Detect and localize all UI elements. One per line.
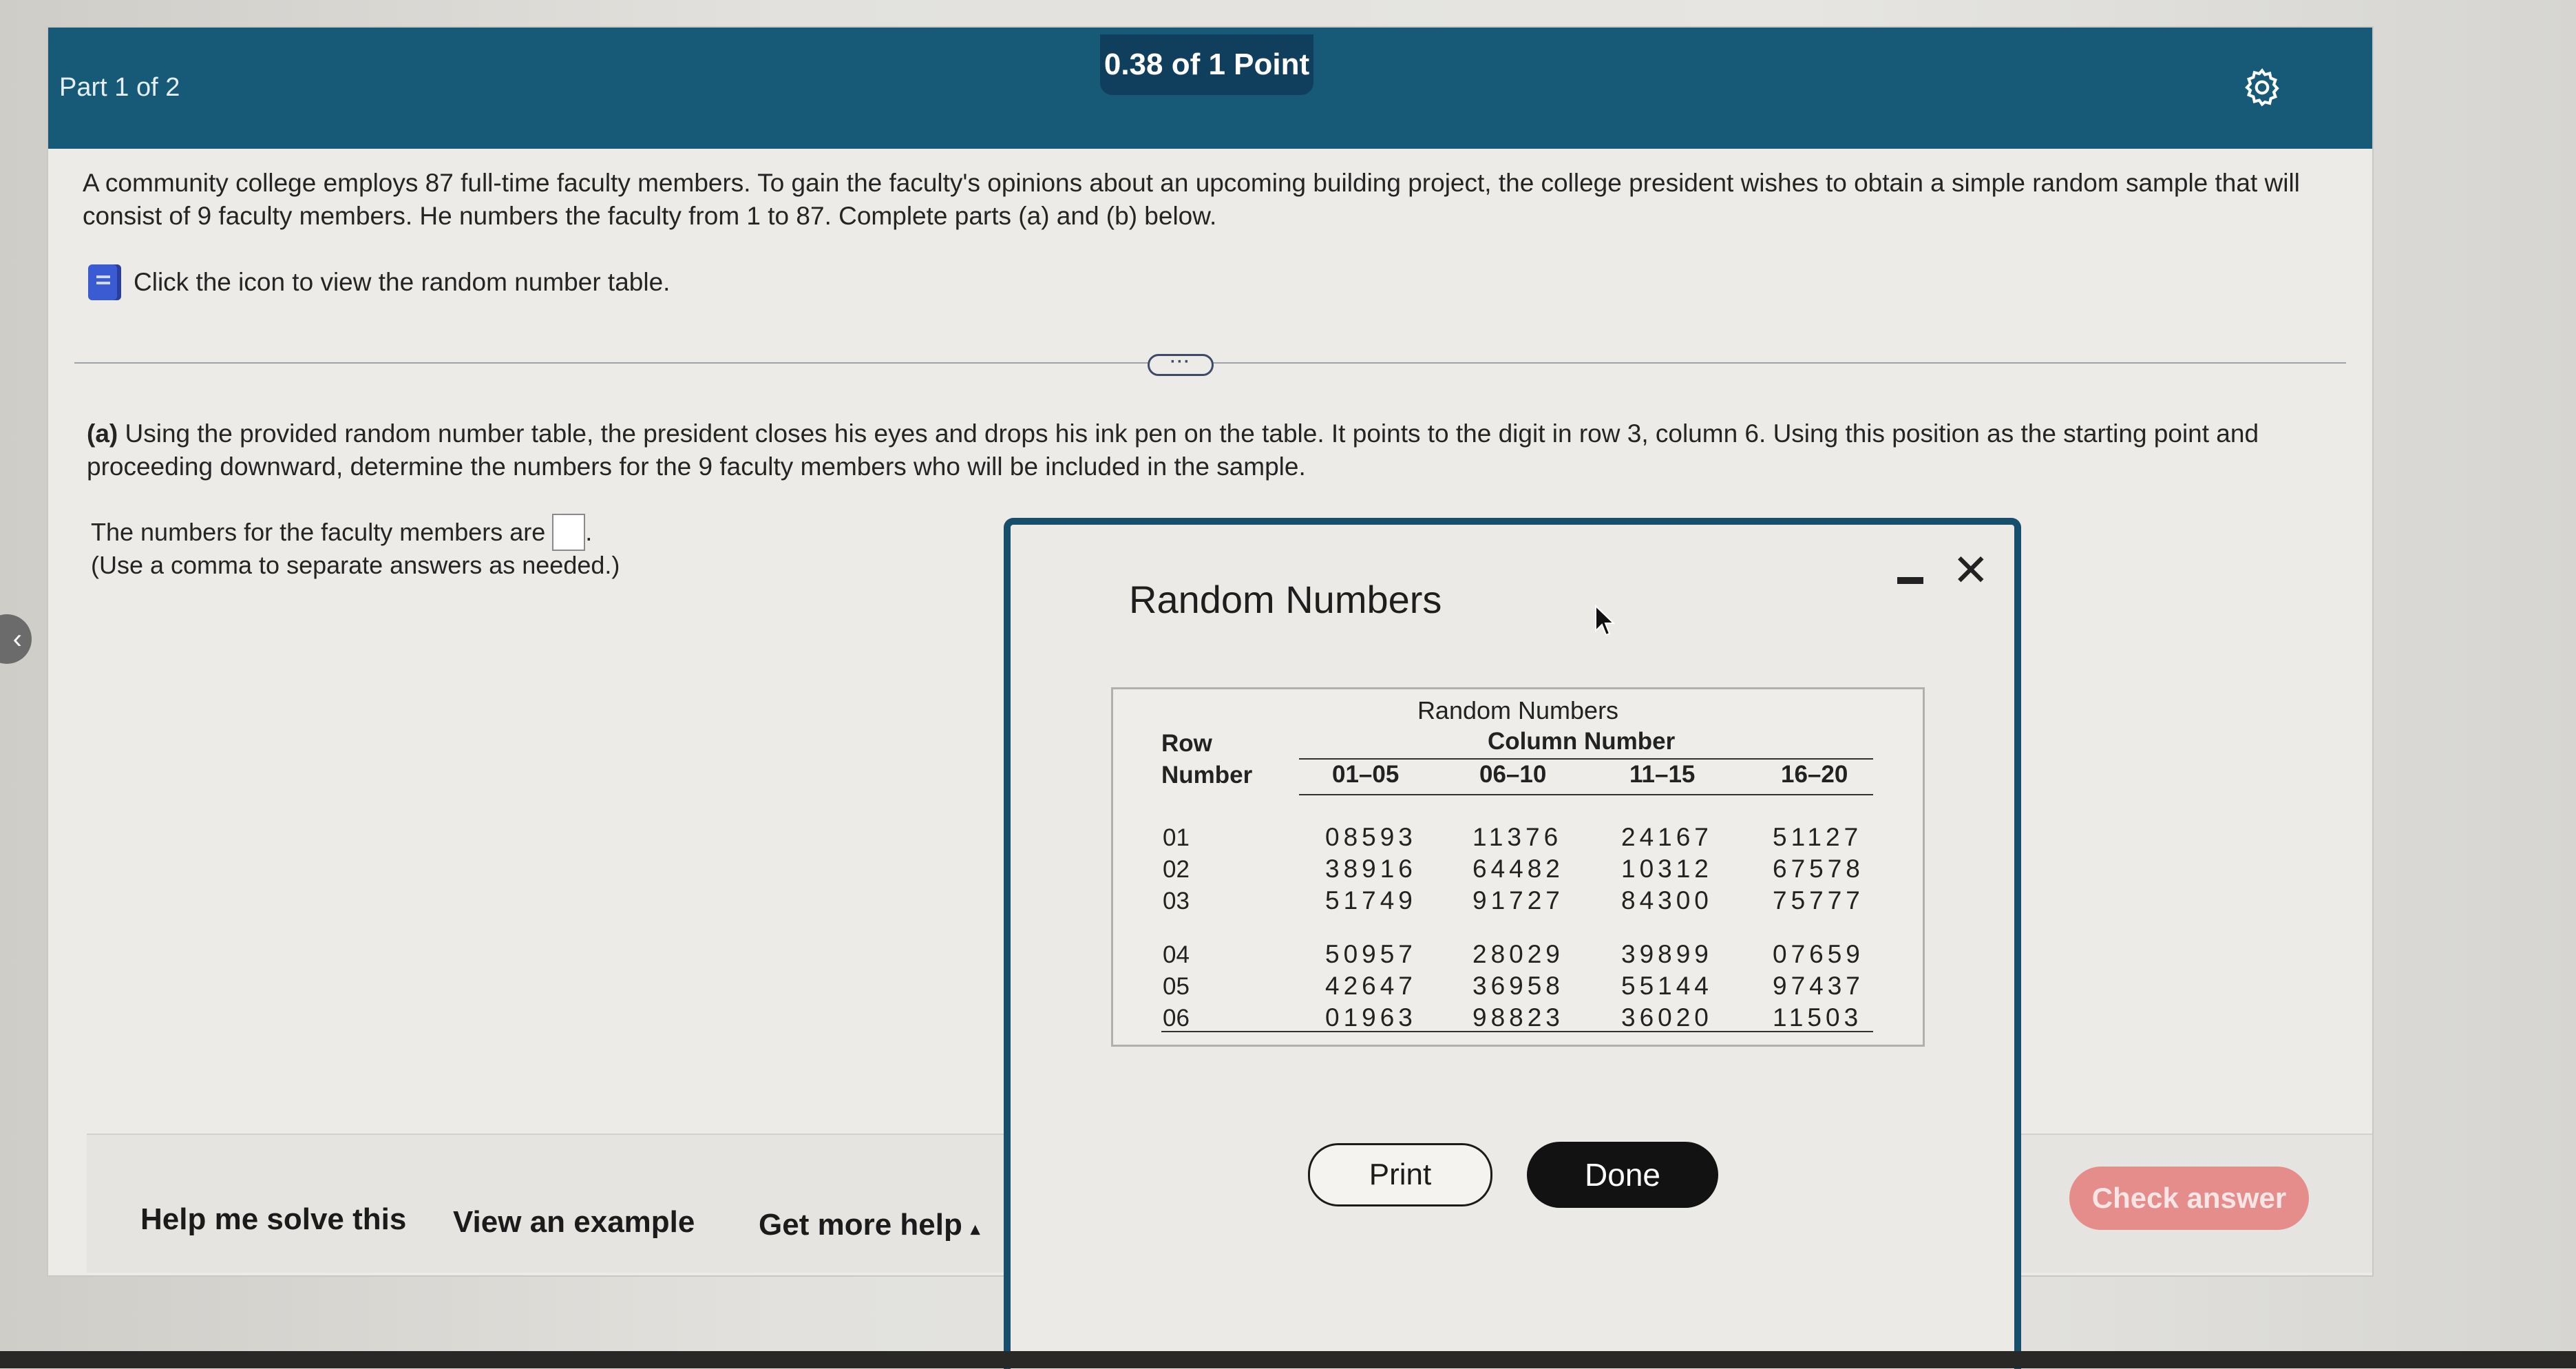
table-cell: 51749	[1325, 886, 1417, 915]
question-text: A community college employs 87 full-time…	[83, 169, 2300, 230]
random-number-table: Random Numbers Row Number Column Number …	[1111, 687, 1925, 1047]
table-cell: 51127	[1773, 823, 1863, 851]
table-cell: 42647	[1325, 972, 1417, 1000]
table-cell: 10312	[1621, 855, 1713, 883]
row-number: 01	[1163, 824, 1190, 851]
row-number: 05	[1163, 973, 1190, 1000]
part-a-text: (a) Using the provided random number tab…	[87, 417, 2331, 483]
header-bar: Part 1 of 2 0.38 of 1 Point	[48, 28, 2372, 149]
answer-period: .	[585, 518, 593, 546]
screen-bezel	[0, 1351, 2576, 1368]
table-link-text: Click the icon to view the random number…	[134, 268, 671, 296]
part-label: Part 1 of 2	[59, 73, 180, 102]
expand-more-button[interactable]: ···	[1148, 354, 1214, 376]
gear-icon[interactable]	[2241, 66, 2283, 109]
book-icon[interactable]	[88, 264, 121, 300]
table-cell: 39899	[1621, 940, 1713, 968]
random-numbers-dialog: Random Numbers ✕ Random Numbers Row Numb…	[1004, 518, 2021, 1369]
get-more-help-button[interactable]: Get more help ▴	[759, 1208, 980, 1242]
check-answer-button[interactable]: Check answer	[2069, 1167, 2309, 1230]
answer-input[interactable]	[552, 514, 586, 551]
help-me-solve-button[interactable]: Help me solve this	[140, 1202, 406, 1237]
table-cell: 36958	[1472, 972, 1564, 1000]
table-cell: 28029	[1472, 940, 1564, 968]
table-cell: 01963	[1325, 1003, 1417, 1032]
answer-prompt: The numbers for the faculty members are	[91, 518, 546, 546]
table-cell: 91727	[1472, 886, 1564, 915]
dialog-title: Random Numbers	[1129, 578, 1442, 621]
answer-line: The numbers for the faculty members are …	[91, 514, 592, 551]
row-number-header: Row Number	[1161, 728, 1252, 791]
column-header-rule	[1299, 794, 1873, 795]
part-a-label: (a)	[87, 419, 118, 448]
table-cell: 38916	[1325, 855, 1417, 883]
table-cell: 08593	[1325, 823, 1417, 851]
table-cell: 75777	[1773, 886, 1864, 915]
row-number: 02	[1163, 856, 1190, 883]
table-cell: 11503	[1773, 1003, 1863, 1032]
caret-up-icon: ▴	[971, 1218, 980, 1239]
points-badge: 0.38 of 1 Point	[1100, 34, 1313, 95]
column-header: 11–15	[1629, 761, 1696, 788]
table-cell: 97437	[1773, 972, 1864, 1000]
table-cell: 11376	[1472, 823, 1563, 851]
column-header: 16–20	[1781, 761, 1848, 788]
view-example-button[interactable]: View an example	[453, 1205, 695, 1240]
print-button[interactable]: Print	[1308, 1143, 1492, 1206]
column-number-header: Column Number	[1488, 728, 1676, 755]
table-cell: 50957	[1325, 940, 1417, 968]
table-cell: 55144	[1621, 972, 1713, 1000]
table-cell: 84300	[1621, 886, 1713, 915]
table-bottom-rule	[1161, 1031, 1873, 1032]
table-cell: 36020	[1621, 1003, 1713, 1032]
table-cell: 24167	[1621, 823, 1713, 851]
column-header: 01–05	[1332, 761, 1400, 788]
minimize-icon[interactable]	[1897, 577, 1923, 584]
header-rule	[1299, 758, 1873, 760]
table-cell: 64482	[1472, 855, 1564, 883]
cursor-icon	[1595, 605, 1615, 636]
table-caption: Random Numbers	[1417, 696, 1619, 724]
row-header-line2: Number	[1161, 762, 1253, 788]
answer-hint: (Use a comma to separate answers as need…	[91, 551, 620, 579]
table-cell: 07659	[1773, 940, 1864, 968]
row-number: 06	[1163, 1005, 1190, 1032]
row-header-line1: Row	[1161, 730, 1212, 757]
column-header: 06–10	[1479, 761, 1547, 788]
table-cell: 98823	[1472, 1003, 1564, 1032]
get-more-help-label: Get more help	[759, 1208, 962, 1242]
row-number: 04	[1163, 941, 1190, 968]
close-icon[interactable]: ✕	[1952, 548, 1989, 592]
part-a-body: Using the provided random number table, …	[87, 419, 2259, 481]
done-button[interactable]: Done	[1527, 1142, 1718, 1208]
table-cell: 67578	[1773, 855, 1864, 883]
table-link-row[interactable]: Click the icon to view the random number…	[88, 264, 670, 300]
row-number: 03	[1163, 888, 1190, 915]
